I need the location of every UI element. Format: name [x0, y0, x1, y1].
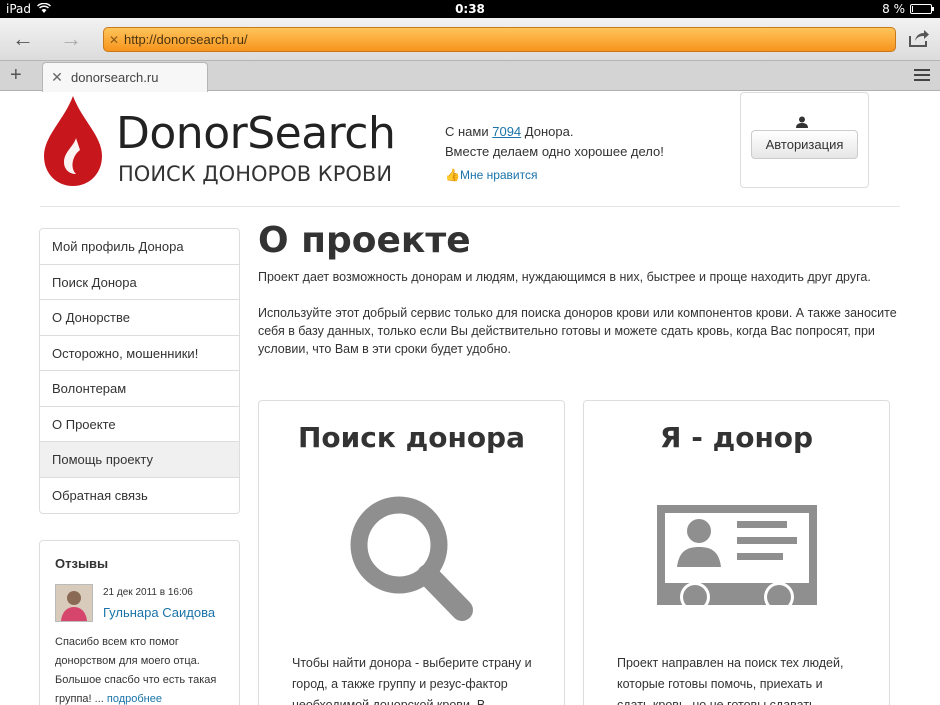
battery-icon	[910, 4, 934, 14]
share-icon[interactable]	[908, 28, 930, 50]
browser-toolbar: ← → ✕ http://donorsearch.ru/	[0, 18, 940, 61]
header-divider	[40, 206, 900, 207]
i-am-donor-card[interactable]: Я - донор Проект направлен на поиск тех …	[583, 400, 890, 705]
avatar[interactable]	[55, 584, 93, 622]
battery-label: 8 %	[882, 2, 905, 16]
url-text: http://donorsearch.ru/	[124, 32, 248, 47]
card-title: Я - донор	[659, 421, 814, 454]
card-title: Поиск донора	[297, 421, 525, 454]
new-tab-plus-icon[interactable]: +	[10, 64, 22, 87]
logo-name: DonorSearch	[116, 108, 396, 159]
forward-arrow-icon[interactable]: →	[58, 27, 84, 53]
counter-prefix: С нами	[445, 124, 489, 139]
page-title: О проекте	[258, 220, 471, 261]
sidebar-item-volunteers[interactable]: Волонтерам	[40, 371, 239, 407]
blood-drop-logo-icon	[44, 96, 102, 186]
reviews-title: Отзывы	[55, 556, 109, 571]
clock: 0:38	[455, 2, 485, 16]
sidebar-item-feedback[interactable]: Обратная связь	[40, 478, 239, 514]
tab-donorsearch[interactable]: ✕ donorsearch.ru	[42, 62, 208, 92]
intro-paragraph: Проект дает возможность донорам и людям,…	[258, 270, 871, 284]
card-text: Чтобы найти донора - выберите страну и г…	[292, 656, 532, 705]
slogan: Вместе делаем одно хорошее дело!	[445, 144, 664, 159]
donor-counter: С нами 7094 Донора. Вместе делаем одно х…	[445, 122, 664, 162]
logo-tagline: ПОИСК ДОНОРОВ КРОВИ	[118, 162, 393, 186]
donor-search-card[interactable]: Поиск донора Чтобы найти донора - выбери…	[258, 400, 565, 705]
login-button[interactable]: Авторизация	[751, 130, 858, 159]
reviews-panel: Отзывы 21 дек 2011 в 16:06 Гульнара Саид…	[39, 540, 240, 705]
sidebar-item-about-donation[interactable]: О Донорстве	[40, 300, 239, 336]
back-arrow-icon[interactable]: ←	[10, 27, 36, 53]
magnifier-icon[interactable]	[259, 493, 564, 623]
like-label: Мне нравится	[459, 168, 538, 182]
menu-icon[interactable]	[914, 69, 930, 84]
user-icon	[796, 115, 808, 131]
address-bar[interactable]: ✕ http://donorsearch.ru/	[103, 27, 896, 52]
stop-loading-icon[interactable]: ✕	[104, 33, 124, 47]
close-tab-icon[interactable]: ✕	[43, 69, 71, 86]
sidebar-item-help-project[interactable]: Помощь проекту	[40, 442, 239, 478]
tab-strip: + ✕ donorsearch.ru	[0, 61, 940, 92]
counter-suffix: Донора.	[524, 124, 574, 139]
auth-panel: Авторизация	[740, 92, 869, 188]
review-text: Спасибо всем кто помог донорством для мо…	[55, 633, 230, 705]
sidebar-nav: Мой профиль Донора Поиск Донора О Донорс…	[39, 228, 240, 514]
status-bar: iPad 0:38 8 %	[0, 0, 940, 18]
like-button[interactable]: 👍Мне нравится	[445, 168, 538, 182]
sidebar-item-fraud-warning[interactable]: Осторожно, мошенники!	[40, 336, 239, 371]
site-logo[interactable]: DonorSearch ПОИСК ДОНОРОВ КРОВИ	[40, 94, 410, 189]
donor-count-link[interactable]: 7094	[492, 124, 521, 139]
id-card-icon[interactable]	[584, 493, 889, 605]
read-more-link[interactable]: подробнее	[107, 693, 162, 705]
sidebar-item-donor-search[interactable]: Поиск Донора	[40, 265, 239, 300]
review-author-link[interactable]: Гульнара Саидова	[103, 605, 215, 620]
thumbs-up-icon: 👍	[445, 168, 460, 182]
sidebar-item-profile[interactable]: Мой профиль Донора	[40, 229, 239, 265]
tab-title: donorsearch.ru	[71, 70, 159, 85]
web-page: DonorSearch ПОИСК ДОНОРОВ КРОВИ С нами 7…	[0, 92, 940, 705]
card-text: Проект направлен на поиск тех людей, кот…	[617, 656, 844, 705]
review-date: 21 дек 2011 в 16:06	[103, 587, 193, 598]
usage-paragraph: Используйте этот добрый сервис только дл…	[258, 306, 897, 356]
sidebar-item-about-project[interactable]: О Проекте	[40, 407, 239, 442]
